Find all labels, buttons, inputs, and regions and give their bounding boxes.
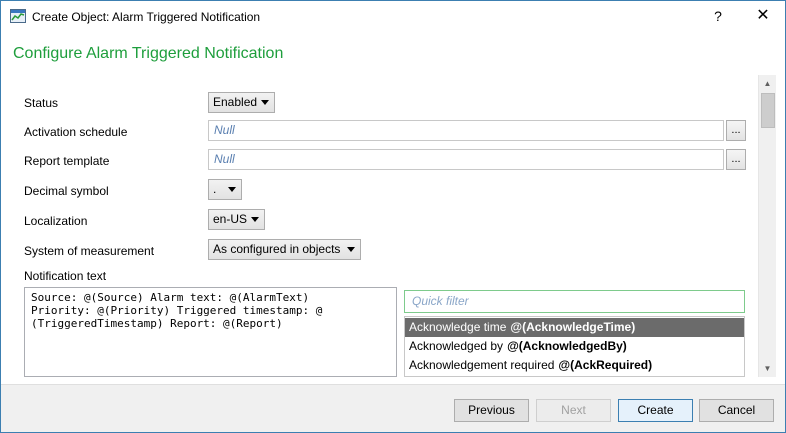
variable-item-acknowledge-time[interactable]: Acknowledge time @(AcknowledgeTime): [405, 318, 744, 337]
status-value: Enabled: [213, 95, 258, 109]
variable-item-acknowledged-by[interactable]: Acknowledged by @(AcknowledgedBy): [405, 337, 744, 356]
activation-schedule-browse-button[interactable]: ...: [726, 120, 746, 141]
notification-text-line: Source: @(Source) Alarm text: @(AlarmTex…: [31, 291, 310, 304]
variable-token: @(AcknowledgeTime): [510, 320, 636, 334]
next-button[interactable]: Next: [536, 399, 611, 422]
variable-token: @(AckRequired): [558, 358, 653, 372]
system-of-measurement-label: System of measurement: [24, 244, 155, 258]
decimal-symbol-dropdown[interactable]: .: [208, 179, 242, 200]
dialog-footer: Previous Next Create Cancel: [1, 384, 785, 432]
notification-text-label: Notification text: [24, 269, 107, 283]
chevron-down-icon: [228, 187, 236, 192]
decimal-symbol-label: Decimal symbol: [24, 184, 109, 198]
localization-dropdown[interactable]: en-US: [208, 209, 265, 230]
scroll-up-icon[interactable]: ▲: [759, 75, 776, 92]
help-button[interactable]: ?: [705, 4, 731, 28]
cancel-button[interactable]: Cancel: [699, 399, 774, 422]
decimal-symbol-value: .: [213, 182, 217, 196]
chevron-down-icon: [261, 100, 269, 105]
vertical-scrollbar[interactable]: ▲ ▼: [758, 75, 776, 377]
dialog-window: Create Object: Alarm Triggered Notificat…: [0, 0, 786, 433]
report-template-browse-button[interactable]: ...: [726, 149, 746, 170]
system-of-measurement-dropdown[interactable]: As configured in objects: [208, 239, 361, 260]
variable-name: Acknowledged by: [409, 339, 504, 353]
variable-name: Acknowledgement required: [409, 358, 555, 372]
window-title: Create Object: Alarm Triggered Notificat…: [32, 10, 261, 24]
chevron-down-icon: [251, 217, 259, 222]
notification-text-line: Priority: @(Priority) Triggered timestam…: [31, 304, 323, 317]
notification-text-area[interactable]: Source: @(Source) Alarm text: @(AlarmTex…: [24, 287, 397, 377]
report-template-label: Report template: [24, 154, 110, 168]
variable-token: @(AcknowledgedBy): [507, 339, 627, 353]
quick-filter-input[interactable]: Quick filter: [404, 290, 745, 313]
close-button[interactable]: ✕: [749, 4, 777, 28]
report-template-field[interactable]: Null: [208, 149, 724, 170]
variable-name: Acknowledge time: [409, 320, 507, 334]
app-window-icon: [10, 9, 26, 23]
previous-button[interactable]: Previous: [454, 399, 529, 422]
status-dropdown[interactable]: Enabled: [208, 92, 275, 113]
activation-schedule-label: Activation schedule: [24, 125, 128, 139]
activation-schedule-field[interactable]: Null: [208, 120, 724, 141]
scrollbar-thumb[interactable]: [761, 93, 775, 128]
title-bar: Create Object: Alarm Triggered Notificat…: [1, 1, 785, 32]
create-button[interactable]: Create: [618, 399, 693, 422]
page-heading: Configure Alarm Triggered Notification: [13, 45, 284, 62]
variable-item-acknowledgement-required[interactable]: Acknowledgement required @(AckRequired): [405, 356, 744, 375]
localization-label: Localization: [24, 214, 88, 228]
localization-value: en-US: [213, 212, 248, 226]
variable-list: Acknowledge time @(AcknowledgeTime) Ackno…: [404, 316, 745, 377]
status-label: Status: [24, 96, 59, 110]
system-of-measurement-value: As configured in objects: [213, 242, 341, 256]
chevron-down-icon: [347, 247, 355, 252]
notification-text-line: (TriggeredTimestamp) Report: @(Report): [31, 317, 283, 330]
scroll-down-icon[interactable]: ▼: [759, 360, 776, 377]
